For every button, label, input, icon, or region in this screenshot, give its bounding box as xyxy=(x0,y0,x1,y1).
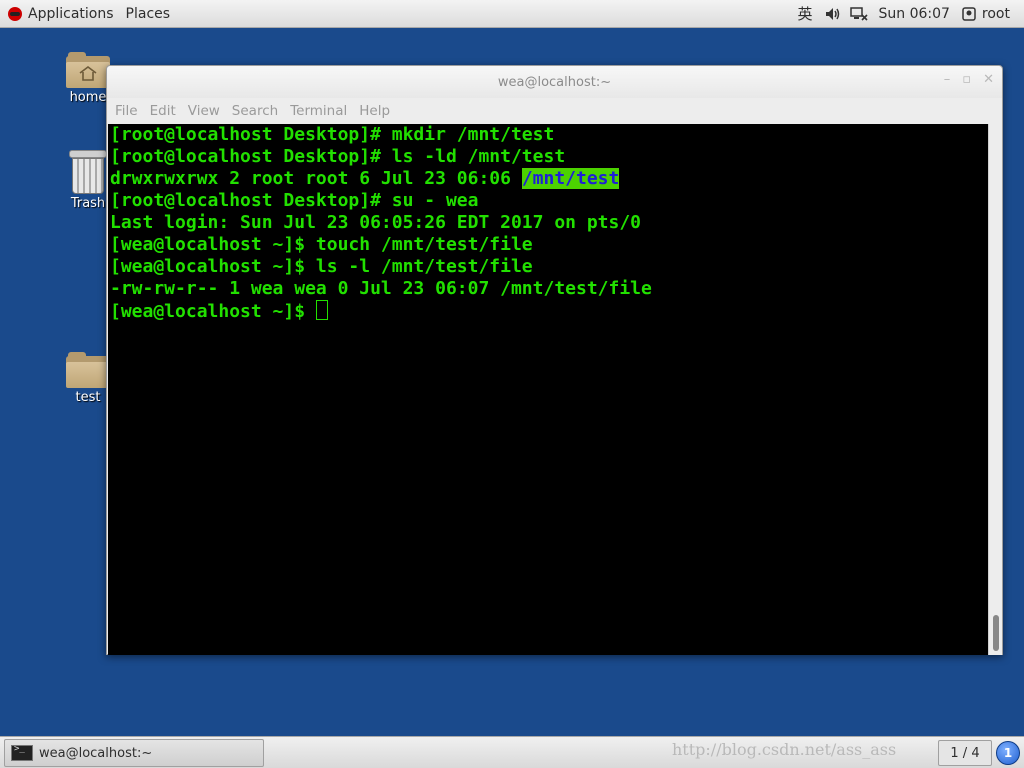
redhat-logo-icon xyxy=(8,6,22,21)
terminal-line: [wea@localhost ~]$ ls -l /mnt/test/file xyxy=(110,256,533,277)
workspace-pager[interactable]: 1 / 4 xyxy=(938,740,992,766)
taskbar-window-button[interactable]: wea@localhost:~ xyxy=(4,739,264,767)
folder-icon xyxy=(66,352,110,388)
terminal-line: [root@localhost Desktop]# su - wea xyxy=(110,190,479,211)
terminal-prompt: [wea@localhost ~]$ xyxy=(110,301,316,322)
places-menu[interactable]: Places xyxy=(120,0,177,28)
places-label: Places xyxy=(125,5,171,22)
menu-view[interactable]: View xyxy=(182,103,226,119)
menu-terminal[interactable]: Terminal xyxy=(284,103,353,119)
terminal-window: wea@localhost:~ – ▫ ✕ File Edit View Sea… xyxy=(106,65,1003,655)
menu-search[interactable]: Search xyxy=(226,103,284,119)
clock[interactable]: Sun 06:07 xyxy=(872,0,955,28)
notification-badge[interactable]: 1 xyxy=(996,741,1020,765)
terminal-line: -rw-rw-r-- 1 wea wea 0 Jul 23 06:07 /mnt… xyxy=(110,278,652,299)
menu-bar: File Edit View Search Terminal Help xyxy=(107,98,1002,124)
applications-label: Applications xyxy=(28,5,114,22)
terminal-scrollbar[interactable] xyxy=(988,124,1002,655)
menu-edit[interactable]: Edit xyxy=(144,103,182,119)
window-titlebar[interactable]: wea@localhost:~ – ▫ ✕ xyxy=(107,66,1002,98)
highlighted-directory: /mnt/test xyxy=(521,168,620,189)
input-method-indicator[interactable]: 英 xyxy=(789,3,820,24)
watermark: http://blog.csdn.net/ass_ass xyxy=(672,740,897,759)
terminal-line: drwxrwxrwx 2 root root 6 Jul 23 06:06 /m… xyxy=(110,168,989,190)
scrollbar-thumb[interactable] xyxy=(993,615,999,651)
user-menu[interactable]: root xyxy=(956,0,1024,28)
terminal-line: [root@localhost Desktop]# ls -ld /mnt/te… xyxy=(110,146,566,167)
close-button[interactable]: ✕ xyxy=(983,72,994,87)
terminal-line: [wea@localhost ~]$ touch /mnt/test/file xyxy=(110,234,533,255)
menu-help[interactable]: Help xyxy=(353,103,396,119)
terminal-line: [root@localhost Desktop]# mkdir /mnt/tes… xyxy=(110,124,555,145)
home-folder-icon xyxy=(66,52,110,88)
desktop-icon-label: Trash xyxy=(70,196,106,211)
terminal-icon xyxy=(11,744,33,761)
trash-icon xyxy=(69,150,107,194)
network-disconnected-icon[interactable] xyxy=(850,6,869,22)
minimize-button[interactable]: – xyxy=(944,72,951,87)
top-panel: Applications Places 英 Sun 06:07 root xyxy=(0,0,1024,28)
bottom-panel: wea@localhost:~ http://blog.csdn.net/ass… xyxy=(0,736,1024,768)
terminal-line-text: drwxrwxrwx 2 root root 6 Jul 23 06:06 xyxy=(110,168,522,189)
terminal-line: Last login: Sun Jul 23 06:05:26 EDT 2017… xyxy=(110,212,642,233)
terminal-cursor xyxy=(315,300,328,320)
maximize-button[interactable]: ▫ xyxy=(962,72,971,87)
desktop-icon-label: test xyxy=(75,390,101,405)
terminal-output[interactable]: [root@localhost Desktop]# mkdir /mnt/tes… xyxy=(108,124,989,655)
menu-file[interactable]: File xyxy=(109,103,144,119)
volume-icon[interactable] xyxy=(824,6,842,22)
user-label: root xyxy=(981,5,1010,22)
terminal-prompt-line: [wea@localhost ~]$ xyxy=(110,300,989,322)
user-icon xyxy=(962,6,976,21)
taskbar-window-label: wea@localhost:~ xyxy=(39,745,153,761)
applications-menu[interactable]: Applications xyxy=(0,0,120,28)
window-title: wea@localhost:~ xyxy=(497,74,612,90)
desktop-icon-label: home xyxy=(69,90,107,105)
